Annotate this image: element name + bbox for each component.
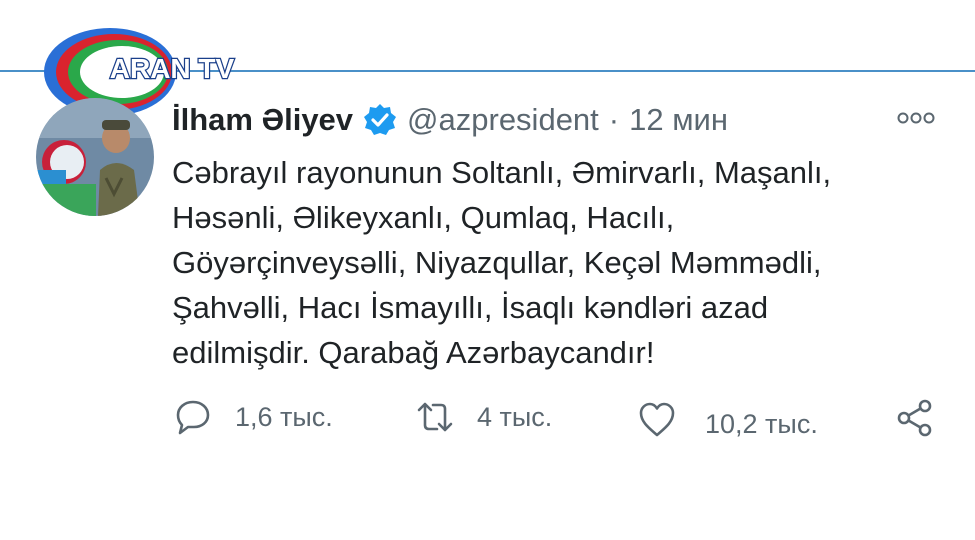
verified-badge-icon bbox=[364, 104, 397, 135]
tweet-text-line: Şahvəlli, Hacı İsmayıllı, İsaqlı kəndlər… bbox=[172, 290, 769, 325]
tweet-timestamp[interactable]: 12 мин bbox=[629, 102, 728, 138]
author-name[interactable]: İlham Əliyev bbox=[172, 102, 353, 138]
share-button[interactable] bbox=[895, 398, 935, 438]
author-handle[interactable]: @azpresident bbox=[407, 102, 599, 138]
retweet-count: 4 тыс. bbox=[477, 401, 553, 432]
reply-button[interactable]: 1,6 тыс. bbox=[173, 397, 333, 437]
channel-logo-text: ARAN TV bbox=[110, 53, 235, 84]
heart-icon bbox=[639, 402, 675, 437]
reply-count: 1,6 тыс. bbox=[235, 401, 333, 432]
avatar[interactable] bbox=[36, 98, 154, 216]
share-icon bbox=[897, 399, 932, 437]
tweet-text-line: Cəbrayıl rayonunun Soltanlı, Əmirvarlı, … bbox=[172, 155, 832, 190]
reply-icon bbox=[176, 400, 210, 435]
tweet-text-line: edilmişdir. Qarabağ Azərbaycandır! bbox=[172, 335, 655, 370]
retweet-button[interactable]: 4 тыс. bbox=[415, 397, 552, 437]
tweet-header: İlham Əliyev @azpresident · 12 мин bbox=[172, 98, 728, 142]
like-button[interactable]: 10,2 тыс. bbox=[637, 400, 818, 440]
tweet-text: Cəbrayıl rayonunun Soltanlı, Əmirvarlı, … bbox=[172, 150, 942, 375]
header-separator: · bbox=[608, 102, 620, 137]
tweet-text-line: Göyərçinveysəlli, Niyazqullar, Keçəl Məm… bbox=[172, 245, 822, 280]
like-count: 10,2 тыс. bbox=[705, 408, 818, 439]
tweet-text-line: Həsənli, Əlikeyxanlı, Qumlaq, Hacılı, bbox=[172, 200, 675, 235]
more-options-icon[interactable] bbox=[896, 108, 936, 128]
retweet-icon bbox=[417, 402, 453, 432]
profile-avatar-image bbox=[36, 98, 154, 216]
